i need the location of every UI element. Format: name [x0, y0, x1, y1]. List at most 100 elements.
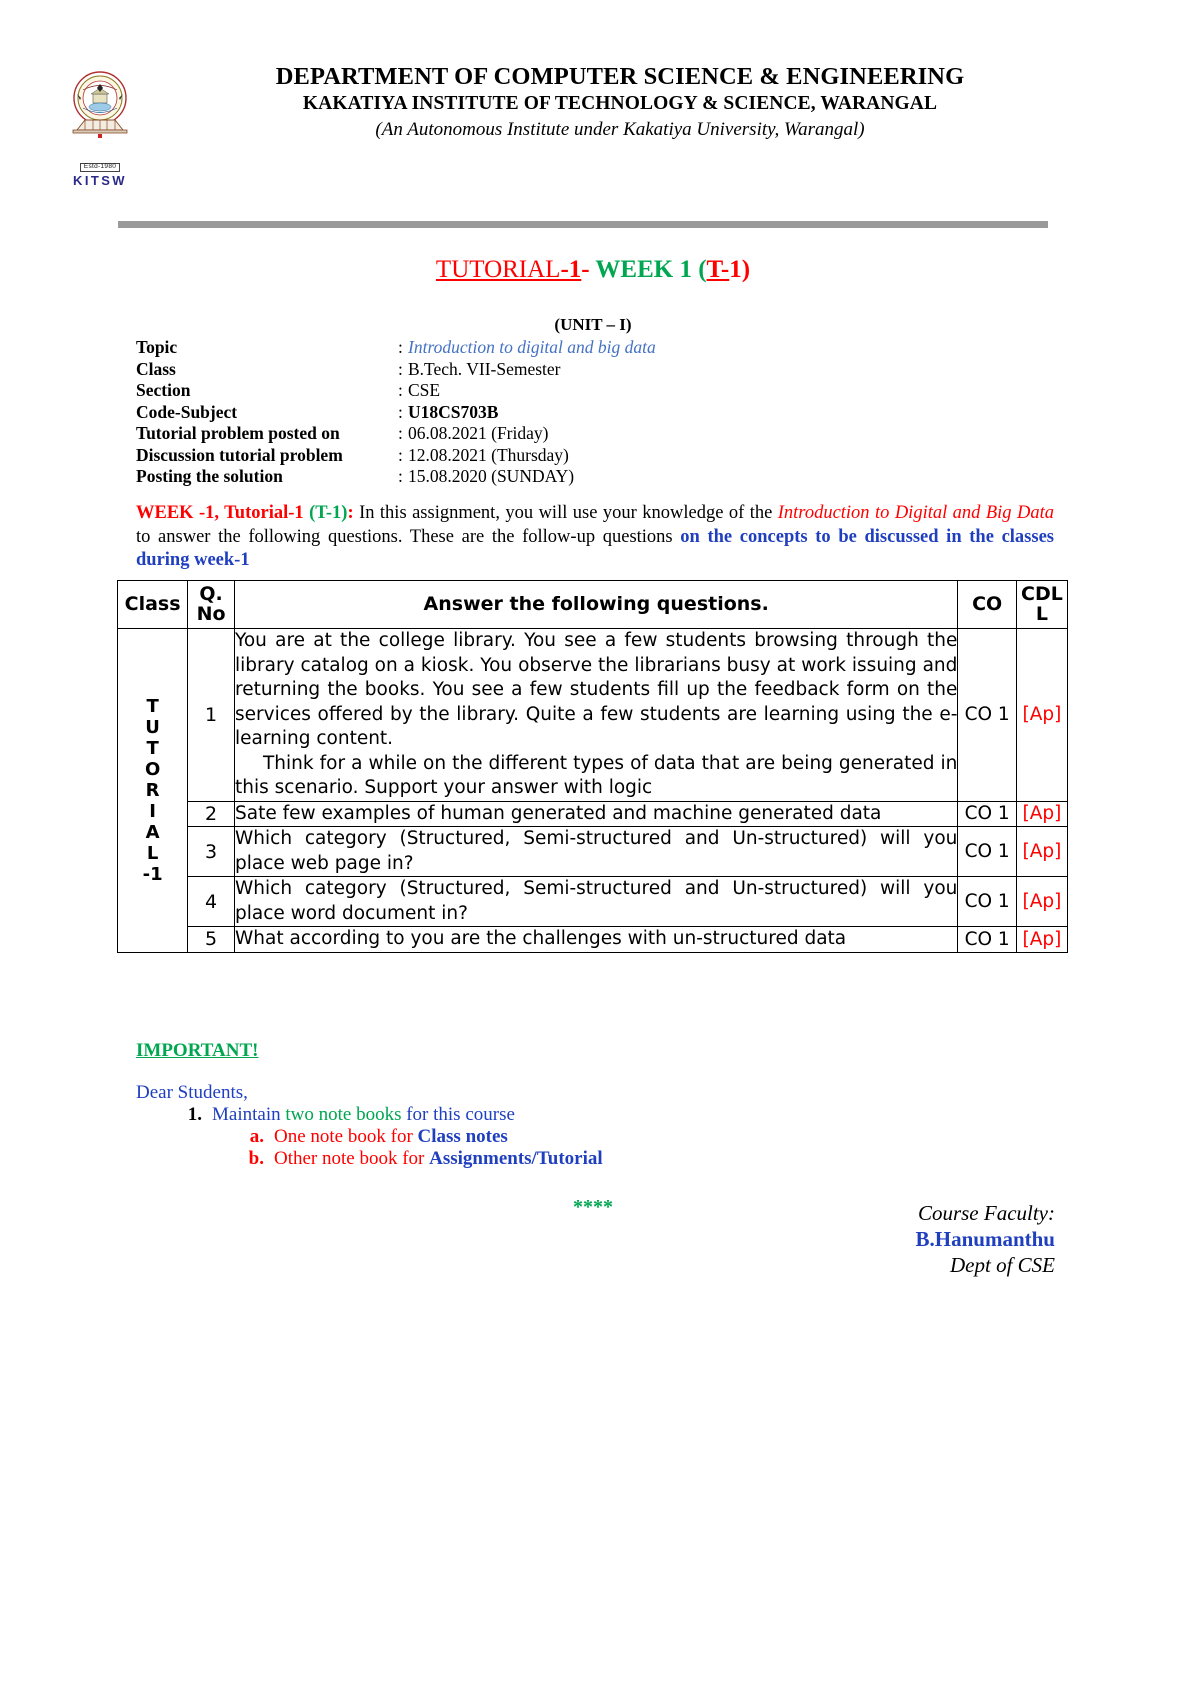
co-value: CO 1 [957, 876, 1017, 927]
class-letter: I [149, 800, 156, 822]
list-item-text: Other note book for Assignments/Tutorial [274, 1148, 603, 1170]
question-number: 3 [187, 826, 235, 877]
table-row: 2 Sate few examples of human generated a… [118, 800, 1069, 827]
cdl-value: [Ap] [1015, 826, 1069, 877]
question-text: What according to you are the challenges… [233, 926, 959, 953]
signature-block: Course Faculty: B.Hanumanthu Dept of CSE [916, 1200, 1055, 1278]
meta-label: Section [136, 380, 191, 400]
class-letter: -1 [142, 863, 163, 885]
meta-value: Introduction to digital and big data [408, 337, 656, 357]
sub-item-b-text: Other note book for [274, 1148, 430, 1169]
title-t-dash: T- [706, 256, 730, 283]
class-letter: R [145, 779, 160, 801]
meta-label: Topic [136, 337, 178, 357]
sub-item-b-bold: Assignments/Tutorial [429, 1148, 603, 1169]
header-divider-rule [118, 221, 1048, 228]
question-text: You are at the college library. You see … [233, 628, 959, 802]
page-title: TUTORIAL-1- WEEK 1 (T-1) [118, 255, 1068, 285]
class-vertical-label: T U T O R I A L -1 [116, 628, 189, 953]
class-letter: A [145, 821, 160, 843]
meta-colon: : [398, 423, 403, 443]
meta-value: 12.08.2021 (Thursday) [408, 444, 569, 465]
table-row: 4 Which category (Structured, Semi-struc… [118, 876, 1069, 927]
meta-row-posting-solution: Posting the solution : 15.08.2020 (SUNDA… [136, 466, 656, 488]
header-qno: Q. No [187, 580, 235, 629]
faculty-name: B.Hanumanthu [915, 1227, 1055, 1251]
unit-label: (UNIT – I) [554, 315, 632, 334]
question-text-followup: Think for a while on the different types… [235, 752, 958, 799]
title-week: WEEK 1 [595, 256, 699, 283]
title-tutorial-number: -1 [560, 256, 582, 283]
list-item-text-part2: for this course [401, 1104, 515, 1125]
class-letter: T [146, 695, 159, 717]
header-qno-line1: Q. [199, 583, 223, 606]
meta-label: Posting the solution [136, 466, 283, 486]
document-page: Estd-1980 KITSW DEPARTMENT OF COMPUTER S… [0, 0, 1200, 1698]
header-cdl: CDL L [1015, 580, 1069, 629]
header-qno-line2: No [196, 602, 226, 625]
instructions-list: 1. Maintain two note books for this cour… [168, 1104, 603, 1170]
cdl-value: [Ap] [1015, 876, 1069, 927]
list-item: b. Other note book for Assignments/Tutor… [230, 1148, 603, 1170]
class-letter: O [144, 758, 161, 780]
logo-estd-label: Estd-1980 [79, 163, 121, 172]
meta-row-discussion: Discussion tutorial problem : 12.08.2021… [136, 445, 656, 467]
question-text: Which category (Structured, Semi-structu… [233, 826, 959, 877]
department-title: DEPARTMENT OF COMPUTER SCIENCE & ENGINEE… [275, 63, 965, 90]
meta-value: B.Tech. VII-Semester [408, 358, 561, 379]
class-letter: U [145, 716, 160, 738]
header-class: Class [116, 580, 189, 629]
question-text-main: You are at the college library. You see … [235, 630, 958, 749]
list-item-text: One note book for Class notes [274, 1126, 508, 1148]
meta-row-code-subject: Code-Subject : U18CS703B [136, 402, 656, 424]
logo-container: Estd-1980 KITSW [0, 62, 200, 187]
meta-value: 15.08.2020 (SUNDAY) [408, 466, 575, 486]
title-dash: - [581, 256, 596, 283]
question-number: 4 [187, 876, 235, 927]
intro-body-first: In this assignment, you will use your kn… [353, 503, 778, 523]
intro-emphasis: Introduction to Digital and Big Data [777, 503, 1054, 523]
meta-list: Topic : Introduction to digital and big … [136, 337, 656, 488]
list-item-text: Maintain two note books for this course [212, 1104, 515, 1126]
sub-instructions-list: a. One note book for Class notes b. Othe… [230, 1126, 603, 1170]
header-co: CO [957, 580, 1017, 629]
intro-body-second: to answer the following questions. These… [136, 526, 681, 547]
co-value: CO 1 [957, 800, 1017, 827]
intro-lead-green: (T-1) [309, 503, 348, 523]
co-value: CO 1 [957, 926, 1017, 953]
intro-lead-red: WEEK -1, Tutorial-1 [136, 503, 310, 523]
meta-colon: : [398, 401, 403, 422]
meta-row-topic: Topic : Introduction to digital and big … [136, 337, 656, 359]
important-heading: IMPORTANT! [136, 1040, 259, 1061]
table-row: 5 What according to you are the challeng… [118, 926, 1069, 953]
title-one-close: 1) [729, 256, 751, 283]
meta-label: Tutorial problem posted on [136, 423, 340, 443]
meta-row-section: Section : CSE [136, 380, 656, 402]
assignment-intro-paragraph: WEEK -1, Tutorial-1 (T-1): In this assig… [136, 502, 1054, 573]
class-letter: L [146, 842, 159, 864]
header-cdl-line1: CDL [1021, 583, 1063, 606]
meta-colon: : [398, 444, 403, 465]
logo-acronym: KITSW [73, 173, 127, 188]
autonomous-note: (An Autonomous Institute under Kakatiya … [375, 118, 865, 140]
header-cdl-line2: L [1035, 602, 1048, 625]
co-value: CO 1 [957, 826, 1017, 877]
list-item: 1. Maintain two note books for this cour… [168, 1104, 603, 1126]
meta-colon: : [398, 380, 403, 400]
question-number: 2 [187, 800, 235, 827]
cdl-value: [Ap] [1015, 800, 1069, 827]
question-number: 5 [187, 926, 235, 953]
list-marker-a: a. [249, 1126, 264, 1147]
list-item-text-part1: Maintain [212, 1104, 286, 1125]
title-open-paren: ( [698, 256, 707, 283]
list-item-text-green: two note books [285, 1104, 402, 1125]
meta-row-class: Class : B.Tech. VII-Semester [136, 359, 656, 381]
meta-row-posted-on: Tutorial problem posted on : 06.08.2021 … [136, 423, 656, 445]
co-value: CO 1 [957, 628, 1017, 802]
salutation: Dear Students, [136, 1082, 248, 1103]
meta-colon: : [398, 466, 403, 486]
title-tutorial-word: TUTORIAL [435, 256, 561, 283]
meta-value: U18CS703B [408, 401, 499, 422]
question-number: 1 [187, 628, 235, 802]
header-text-block: DEPARTMENT OF COMPUTER SCIENCE & ENGINEE… [200, 62, 1040, 142]
